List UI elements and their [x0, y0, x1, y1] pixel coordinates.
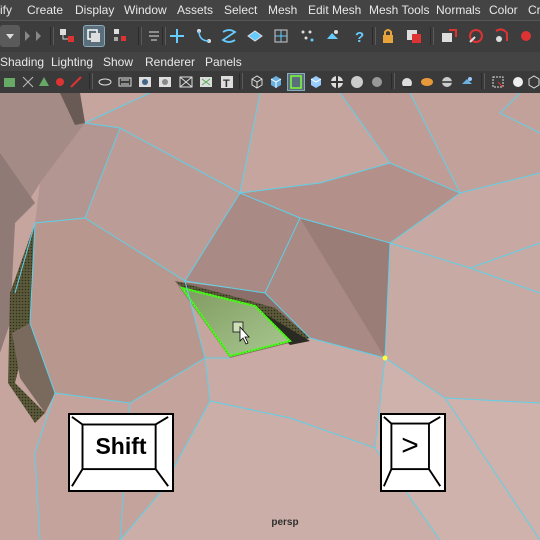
menu-normals[interactable]: Normals: [436, 3, 481, 17]
panel-menu-renderer[interactable]: Renderer: [145, 55, 195, 69]
next-key-overlay: >: [380, 413, 446, 492]
bookmark-icon[interactable]: [36, 74, 52, 90]
status-line: ?: [0, 20, 540, 53]
wireframe-on-shaded-icon[interactable]: [287, 73, 305, 91]
select-by-component-icon[interactable]: [110, 25, 132, 47]
menu-edit-mesh[interactable]: Edit Mesh: [308, 3, 361, 17]
perspective-viewport[interactable]: persp Shift >: [0, 93, 540, 540]
menu-mesh-tools[interactable]: Mesh Tools: [369, 3, 429, 17]
maya-window: ify Create Display Window Assets Select …: [0, 0, 540, 540]
film-gate-icon[interactable]: [117, 74, 133, 90]
xray-icon[interactable]: [419, 74, 435, 90]
menu-modify[interactable]: ify: [0, 3, 12, 17]
svg-text:?: ?: [355, 29, 364, 45]
select-camera-icon[interactable]: [490, 74, 506, 90]
wireframe-icon[interactable]: [178, 74, 194, 90]
xray-joints-icon[interactable]: [439, 74, 455, 90]
2d-pan-zoom-icon[interactable]: [68, 74, 84, 90]
main-menu-bar: ify Create Display Window Assets Select …: [0, 0, 540, 20]
menu-display[interactable]: Display: [75, 3, 114, 17]
ipr-render-icon[interactable]: [465, 25, 487, 47]
shift-key-label: Shift: [95, 433, 147, 459]
render-icon[interactable]: [438, 25, 460, 47]
next-key-label: >: [401, 428, 419, 462]
menu-assets[interactable]: Assets: [177, 3, 213, 17]
hypershade-icon[interactable]: [516, 25, 538, 47]
expand-arrow-icon[interactable]: [33, 25, 45, 47]
smooth-shade-icon[interactable]: [198, 74, 214, 90]
isolate-select-icon[interactable]: [399, 74, 415, 90]
viewport-cube-icon[interactable]: [526, 74, 540, 90]
svg-text:T: T: [223, 78, 230, 90]
panel-menu-shading[interactable]: Shading: [0, 55, 44, 69]
shaded-cube-icon[interactable]: [268, 74, 284, 90]
select-by-object-icon[interactable]: [83, 25, 105, 47]
shift-key-overlay: Shift: [68, 413, 174, 492]
textured-cube-icon[interactable]: [308, 74, 324, 90]
menu-select[interactable]: Select: [224, 3, 257, 17]
snap-grid-icon[interactable]: [166, 25, 188, 47]
gamma-icon[interactable]: [510, 74, 526, 90]
lock-icon[interactable]: [377, 25, 399, 47]
lighting-icon[interactable]: [349, 74, 365, 90]
camera-icon[interactable]: [2, 74, 18, 90]
panel-toolbar: T: [0, 71, 540, 94]
grid-icon[interactable]: [97, 74, 113, 90]
snap-point-icon[interactable]: [218, 25, 240, 47]
menu-window[interactable]: Window: [124, 3, 167, 17]
snap-curve-icon[interactable]: [193, 25, 215, 47]
panel-menu-panels[interactable]: Panels: [205, 55, 242, 69]
make-live-icon[interactable]: [322, 25, 344, 47]
camera-attributes-icon[interactable]: [20, 74, 36, 90]
text-icon[interactable]: T: [219, 74, 235, 90]
panel-menu-lighting[interactable]: Lighting: [51, 55, 93, 69]
menu-color[interactable]: Color: [489, 3, 518, 17]
camera-label: persp: [271, 517, 299, 528]
menu-mesh[interactable]: Mesh: [268, 3, 297, 17]
mode-dropdown-icon[interactable]: [0, 25, 20, 47]
panel-menu-bar: Shading Lighting Show Renderer Panels: [0, 52, 540, 71]
wireframe-cube-icon[interactable]: [249, 74, 265, 90]
help-icon[interactable]: ?: [348, 25, 370, 47]
snap-view-icon[interactable]: [296, 25, 318, 47]
gate-mask-icon[interactable]: [157, 74, 173, 90]
render-settings-icon[interactable]: [491, 25, 513, 47]
menu-create[interactable]: Create: [27, 3, 63, 17]
resolution-gate-icon[interactable]: [137, 74, 153, 90]
snap-live-icon[interactable]: [270, 25, 292, 47]
checker-icon[interactable]: [329, 74, 345, 90]
shadows-icon[interactable]: [369, 74, 385, 90]
construction-history-icon[interactable]: [403, 25, 425, 47]
image-plane-icon[interactable]: [52, 74, 68, 90]
snap-plane-icon[interactable]: [244, 25, 266, 47]
panel-menu-show[interactable]: Show: [103, 55, 133, 69]
xray-components-icon[interactable]: [459, 74, 475, 90]
menu-overflow[interactable]: Cr: [528, 3, 540, 17]
select-by-hierarchy-icon[interactable]: [56, 25, 78, 47]
